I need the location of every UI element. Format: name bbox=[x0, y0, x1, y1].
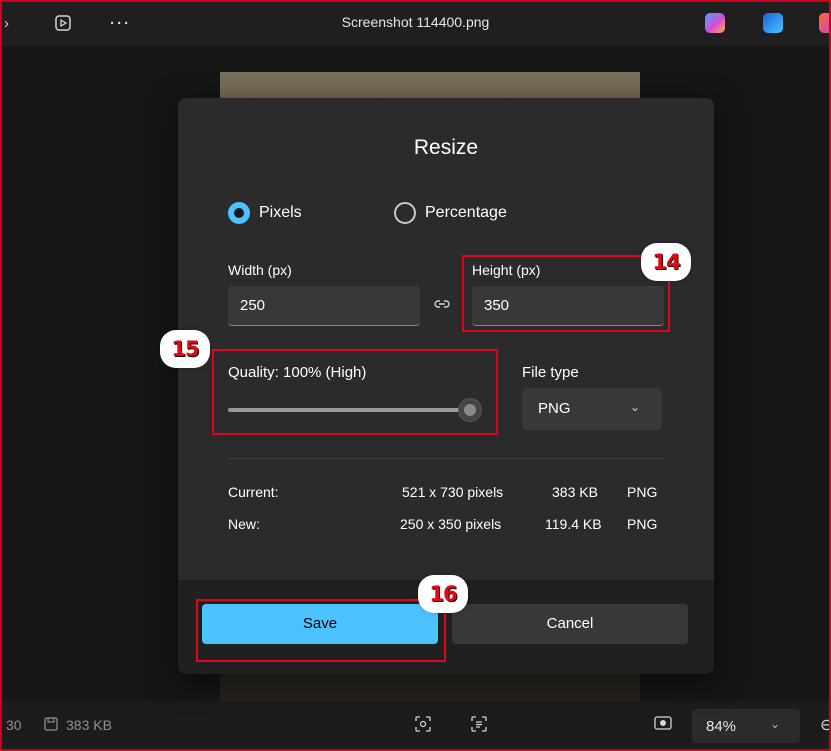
annotation-box-save bbox=[196, 599, 446, 662]
radio-pixels[interactable]: Pixels bbox=[228, 202, 302, 224]
dialog-title: Resize bbox=[413, 136, 479, 159]
resolution-partial: 30 bbox=[6, 717, 22, 733]
radio-percentage-label: Percentage bbox=[425, 204, 507, 221]
annotation-box-height bbox=[462, 255, 670, 332]
radio-pixels-label: Pixels bbox=[259, 204, 302, 221]
radio-unselected-icon bbox=[394, 202, 416, 224]
copilot-icon[interactable] bbox=[705, 13, 725, 33]
scan-icon[interactable] bbox=[414, 715, 432, 738]
slideshow-icon[interactable] bbox=[54, 14, 72, 38]
office-icon[interactable] bbox=[819, 13, 829, 33]
current-size: 383 KB bbox=[552, 484, 598, 500]
width-input[interactable]: 250 bbox=[228, 286, 420, 326]
file-size: 383 KB bbox=[66, 717, 112, 733]
radio-percentage[interactable]: Percentage bbox=[394, 202, 507, 224]
cancel-button[interactable]: Cancel bbox=[452, 604, 688, 644]
radio-selected-icon bbox=[228, 202, 250, 224]
chevron-down-icon: ⌄ bbox=[630, 400, 641, 414]
chevron-left-icon[interactable]: › bbox=[4, 14, 9, 34]
current-dimensions: 521 x 730 pixels bbox=[402, 484, 504, 500]
annotation-badge-14: 14 bbox=[643, 245, 689, 279]
bottom-bar: 30 383 KB 84% ⌄ ⊖ bbox=[2, 701, 829, 749]
text-scan-icon[interactable] bbox=[470, 715, 488, 738]
chevron-down-icon: ⌄ bbox=[770, 717, 781, 731]
zoom-out-icon[interactable]: ⊖ bbox=[820, 715, 829, 735]
annotation-box-quality bbox=[212, 349, 498, 435]
new-dimensions: 250 x 350 pixels bbox=[400, 516, 502, 532]
file-type-value: PNG bbox=[538, 400, 571, 417]
zoom-value: 84% bbox=[706, 718, 737, 735]
designer-icon[interactable] bbox=[763, 13, 783, 33]
top-bar: › ··· Screenshot 114400.png bbox=[2, 2, 829, 46]
link-aspect-ratio-icon[interactable] bbox=[434, 296, 450, 317]
divider bbox=[228, 458, 664, 459]
more-icon[interactable]: ··· bbox=[110, 14, 131, 34]
current-label: Current: bbox=[228, 484, 279, 500]
annotation-badge-15: 15 bbox=[162, 332, 208, 366]
file-type-select[interactable]: PNG ⌄ bbox=[522, 388, 662, 430]
new-type: PNG bbox=[627, 516, 658, 532]
new-label: New: bbox=[228, 516, 260, 532]
new-size: 119.4 KB bbox=[545, 516, 602, 532]
annotation-badge-16: 16 bbox=[420, 577, 466, 611]
current-type: PNG bbox=[627, 484, 658, 500]
fit-to-window-icon[interactable] bbox=[654, 715, 672, 736]
file-type-label: File type bbox=[522, 364, 579, 381]
width-label: Width (px) bbox=[228, 262, 292, 278]
photos-app-window: › ··· Screenshot 114400.png 30 383 KB 84… bbox=[0, 0, 831, 751]
zoom-dropdown[interactable]: 84% ⌄ bbox=[692, 709, 800, 743]
save-disk-icon bbox=[44, 717, 58, 734]
